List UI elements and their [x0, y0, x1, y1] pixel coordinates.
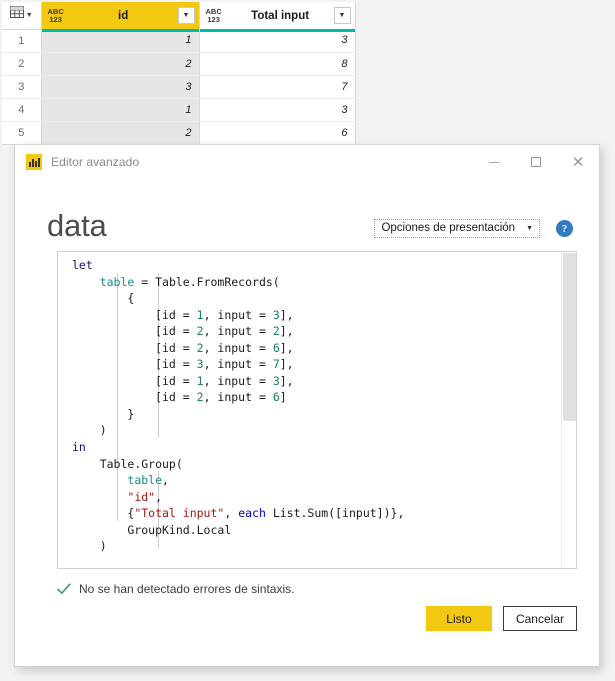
- display-options-label: Opciones de presentación: [381, 222, 516, 234]
- chevron-down-icon: ▼: [338, 12, 346, 19]
- column-header-total-input[interactable]: ABC 123 Total input ▼: [199, 2, 356, 32]
- code-line: in: [72, 440, 86, 455]
- column-header-label: id: [118, 9, 129, 22]
- dialog-footer: Listo Cancelar: [425, 606, 577, 631]
- code-line: [id = 1, input = 3],: [72, 307, 294, 322]
- row-number: 3: [2, 75, 42, 99]
- done-button[interactable]: Listo: [425, 606, 492, 631]
- advanced-editor-dialog: Editor avanzado ✕ data Opciones de prese…: [14, 144, 600, 667]
- dialog-header: data Opciones de presentación ▼ ?: [15, 179, 599, 243]
- chevron-down-icon: ▼: [25, 12, 33, 20]
- column-filter-button-total-input[interactable]: ▼: [333, 7, 351, 24]
- maximize-icon: [531, 157, 541, 167]
- dialog-titlebar: Editor avanzado ✕: [15, 145, 599, 179]
- code-line: [id = 1, input = 3],: [72, 373, 294, 388]
- cell-id[interactable]: 3: [41, 75, 200, 99]
- header-actions: Opciones de presentación ▼ ?: [374, 219, 573, 243]
- code-line: [id = 2, input = 6]: [72, 390, 287, 405]
- cell-total-input[interactable]: 7: [199, 75, 356, 99]
- cancel-button[interactable]: Cancelar: [502, 606, 577, 631]
- editor-horizontal-scrollbar[interactable]: [58, 562, 561, 568]
- code-editor[interactable]: let table = Table.FromRecords( { [id = 1…: [57, 251, 577, 569]
- preview-table: ▼ ABC 123 id ▼ ABC 123 Total input ▼ 1 1…: [2, 2, 356, 145]
- cell-id[interactable]: 2: [41, 52, 200, 76]
- chevron-down-icon: ▼: [526, 224, 533, 232]
- select-all-columns-button[interactable]: ▼: [2, 2, 42, 30]
- cell-id[interactable]: 2: [41, 121, 200, 145]
- code-line: GroupKind.Local: [72, 522, 232, 537]
- column-accent-underline: [41, 29, 199, 32]
- code-line: {: [72, 291, 135, 306]
- code-line: [id = 2, input = 6],: [72, 340, 294, 355]
- maximize-button[interactable]: [515, 145, 557, 179]
- checkmark-icon: [56, 583, 71, 595]
- column-header-label: Total input: [251, 9, 310, 22]
- table-header-row: ▼ ABC 123 id ▼ ABC 123 Total input ▼: [2, 2, 356, 32]
- cell-total-input[interactable]: 8: [199, 52, 356, 76]
- code-line: ): [72, 423, 107, 438]
- close-button[interactable]: ✕: [557, 145, 599, 179]
- code-line: [id = 2, input = 2],: [72, 324, 294, 339]
- table-row[interactable]: 2 2 8: [2, 52, 356, 76]
- row-number: 1: [2, 29, 42, 53]
- dialog-title: Editor avanzado: [51, 155, 140, 169]
- editor-vertical-scrollbar[interactable]: [561, 252, 576, 568]
- table-row[interactable]: 5 2 6: [2, 121, 356, 145]
- code-line: Table.Group(: [72, 456, 183, 471]
- window-controls: ✕: [473, 145, 599, 179]
- row-number: 5: [2, 121, 42, 145]
- code-line: "id",: [127, 489, 163, 504]
- scrollbar-thumb[interactable]: [563, 253, 576, 421]
- code-line: {"Total input", each List.Sum([input])},: [72, 506, 405, 521]
- cell-id[interactable]: 1: [41, 29, 200, 53]
- row-number: 2: [2, 52, 42, 76]
- code-line: let: [72, 258, 93, 272]
- column-accent-underline: [199, 29, 355, 32]
- type-icon-any: ABC 123: [205, 7, 222, 24]
- code-line: }: [72, 406, 135, 421]
- minimize-icon: [489, 161, 499, 163]
- code-line: ): [72, 539, 107, 554]
- table-row[interactable]: 1 1 3: [2, 29, 356, 53]
- column-filter-button-id[interactable]: ▼: [177, 7, 195, 24]
- code-line: table,: [127, 473, 169, 488]
- query-name-heading: data: [47, 208, 107, 243]
- code-line: table = Table.FromRecords(: [99, 274, 280, 289]
- help-icon[interactable]: ?: [556, 220, 573, 237]
- table-grid-icon: ▼: [9, 6, 33, 20]
- syntax-status-text: No se han detectado errores de sintaxis.: [79, 582, 295, 596]
- code-content[interactable]: let table = Table.FromRecords( { [id = 1…: [58, 257, 560, 568]
- table-row[interactable]: 3 3 7: [2, 75, 356, 99]
- table-row[interactable]: 4 1 3: [2, 98, 356, 122]
- close-icon: ✕: [571, 153, 585, 171]
- minimize-button[interactable]: [473, 145, 515, 179]
- syntax-status: No se han detectado errores de sintaxis.: [56, 580, 599, 598]
- column-header-id[interactable]: ABC 123 id ▼: [41, 2, 200, 32]
- row-number: 4: [2, 98, 42, 122]
- cell-total-input[interactable]: 3: [199, 29, 356, 53]
- cell-id[interactable]: 1: [41, 98, 200, 122]
- display-options-dropdown[interactable]: Opciones de presentación ▼: [374, 219, 540, 238]
- type-icon-any: ABC 123: [47, 7, 64, 24]
- power-bi-icon: [26, 154, 42, 170]
- cell-total-input[interactable]: 3: [199, 98, 356, 122]
- cell-total-input[interactable]: 6: [199, 121, 356, 145]
- chevron-down-icon: ▼: [182, 12, 190, 19]
- code-line: [id = 3, input = 7],: [72, 357, 294, 372]
